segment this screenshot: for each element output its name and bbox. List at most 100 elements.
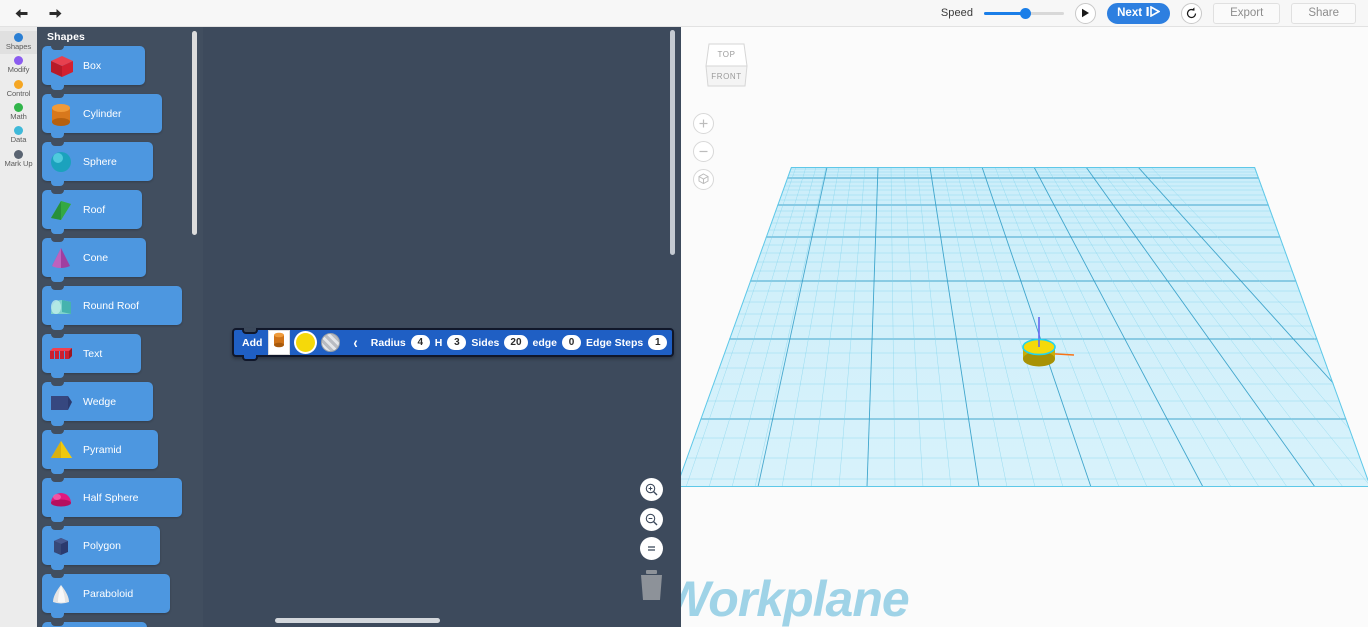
view-cube[interactable]: TOP FRONT bbox=[699, 36, 754, 93]
canvas-vertical-scrollbar[interactable] bbox=[670, 30, 675, 255]
param-value-h[interactable]: 3 bbox=[447, 335, 466, 350]
category-label: Shapes bbox=[6, 43, 31, 51]
undo-arrow-icon[interactable] bbox=[12, 4, 30, 22]
cone-icon bbox=[45, 241, 79, 275]
trash-icon[interactable] bbox=[637, 568, 666, 601]
param-value-edge[interactable]: 0 bbox=[562, 335, 581, 350]
palette-block-list: Box Cylinder Sphere Roo bbox=[37, 46, 203, 627]
palette-block-label: Wedge bbox=[79, 396, 128, 408]
palette-block-polygon[interactable]: Polygon bbox=[42, 526, 160, 565]
play-icon bbox=[1081, 8, 1090, 18]
zoom-fit-icon[interactable] bbox=[640, 537, 663, 560]
palette-block-roof[interactable]: Roof bbox=[42, 190, 142, 229]
category-label: Modify bbox=[8, 66, 30, 74]
history-controls bbox=[0, 4, 64, 22]
category-data[interactable]: Data bbox=[0, 124, 37, 147]
palette-title: Shapes bbox=[37, 27, 203, 46]
code-block-action-label: Add bbox=[234, 337, 268, 349]
code-block-hole-swatch[interactable] bbox=[321, 333, 340, 352]
pyramid-icon bbox=[45, 433, 79, 467]
category-rail: Shapes Modify Control Math Data Mark Up bbox=[0, 27, 37, 627]
category-label: Control bbox=[7, 90, 31, 98]
palette-block-paraboloid[interactable]: Paraboloid bbox=[42, 574, 170, 613]
palette-block-label: Polygon bbox=[79, 540, 133, 552]
category-math[interactable]: Math bbox=[0, 101, 37, 124]
viewport-zoom-in-button[interactable] bbox=[693, 113, 714, 134]
param-value-sides[interactable]: 20 bbox=[504, 335, 527, 350]
palette-block-label: Sphere bbox=[79, 156, 129, 168]
palette-block-text[interactable]: Text bbox=[42, 334, 141, 373]
palette-block-label: Roof bbox=[79, 204, 117, 216]
palette-block-label: Half Sphere bbox=[79, 492, 150, 504]
param-value-radius[interactable]: 4 bbox=[411, 335, 430, 350]
param-label-edge-steps: Edge Steps bbox=[586, 337, 643, 349]
param-value-edge-steps[interactable]: 1 bbox=[648, 335, 667, 350]
svg-text:TOP: TOP bbox=[717, 50, 735, 59]
cylinder-icon bbox=[272, 331, 286, 354]
viewport-zoom-out-button[interactable] bbox=[693, 141, 714, 162]
top-toolbar: Speed Next bbox=[0, 0, 1368, 27]
zoom-out-icon[interactable] bbox=[640, 508, 663, 531]
paraboloid-icon bbox=[45, 577, 79, 611]
speed-label: Speed bbox=[941, 7, 973, 19]
home-view-icon bbox=[697, 172, 710, 187]
palette-block-cylinder[interactable]: Cylinder bbox=[42, 94, 162, 133]
share-button[interactable]: Share bbox=[1291, 3, 1356, 24]
cylinder-object[interactable] bbox=[1006, 317, 1076, 377]
palette-block-pyramid[interactable]: Pyramid bbox=[42, 430, 158, 469]
palette-vertical-scrollbar[interactable] bbox=[192, 31, 197, 235]
palette-block-half-sphere[interactable]: Half Sphere bbox=[42, 478, 182, 517]
restart-icon bbox=[1185, 7, 1198, 20]
viewport-fit-view-button[interactable] bbox=[693, 169, 714, 190]
palette-block-round-roof[interactable]: Round Roof bbox=[42, 286, 182, 325]
code-canvas[interactable]: Add ‹ Radius 4 H 3 Sides 20 edge 0 Edge … bbox=[203, 27, 681, 627]
palette-block-label: Round Roof bbox=[79, 300, 151, 312]
category-modify[interactable]: Modify bbox=[0, 54, 37, 77]
speed-slider-knob[interactable] bbox=[1020, 8, 1031, 19]
palette-block-wedge[interactable]: Wedge bbox=[42, 382, 153, 421]
category-color-dot bbox=[14, 33, 23, 42]
restart-button[interactable] bbox=[1181, 3, 1202, 24]
speed-slider[interactable] bbox=[984, 6, 1064, 20]
category-control[interactable]: Control bbox=[0, 78, 37, 101]
codeblocks-app: Speed Next bbox=[0, 0, 1368, 627]
palette-block-label: Cone bbox=[79, 252, 120, 264]
redo-arrow-icon[interactable] bbox=[46, 4, 64, 22]
half-sphere-icon bbox=[45, 481, 79, 515]
polygon-icon bbox=[45, 529, 79, 563]
playback-controls: Speed Next bbox=[941, 3, 1368, 24]
play-button[interactable] bbox=[1075, 3, 1096, 24]
category-markup[interactable]: Mark Up bbox=[0, 148, 37, 171]
param-label-h: H bbox=[435, 337, 443, 349]
param-label-sides: Sides bbox=[471, 337, 499, 349]
round-roof-icon bbox=[45, 289, 79, 323]
code-block-shape-chip[interactable] bbox=[268, 330, 290, 355]
zoom-in-icon[interactable] bbox=[640, 478, 663, 501]
box-icon bbox=[45, 49, 79, 83]
category-color-dot bbox=[14, 103, 23, 112]
category-color-dot bbox=[14, 80, 23, 89]
category-color-dot bbox=[14, 126, 23, 135]
code-block-add-cylinder[interactable]: Add ‹ Radius 4 H 3 Sides 20 edge 0 Edge … bbox=[232, 328, 674, 357]
step-forward-icon bbox=[1146, 6, 1160, 20]
svg-text:FRONT: FRONT bbox=[711, 72, 742, 81]
code-block-solid-color-swatch[interactable] bbox=[296, 333, 315, 352]
palette-block-label: Box bbox=[79, 60, 113, 72]
category-label: Math bbox=[10, 113, 26, 121]
next-button[interactable]: Next bbox=[1107, 3, 1170, 24]
category-color-dot bbox=[14, 56, 23, 65]
chevron-left-icon[interactable]: ‹ bbox=[353, 333, 357, 352]
palette-block-box[interactable]: Box bbox=[42, 46, 145, 85]
canvas-horizontal-scrollbar[interactable] bbox=[275, 618, 440, 623]
palette-block-next-partial[interactable] bbox=[42, 622, 147, 627]
palette-block-cone[interactable]: Cone bbox=[42, 238, 146, 277]
category-label: Data bbox=[11, 136, 27, 144]
roof-icon bbox=[45, 193, 79, 227]
category-label: Mark Up bbox=[5, 160, 33, 168]
export-button[interactable]: Export bbox=[1213, 3, 1280, 24]
palette-block-sphere[interactable]: Sphere bbox=[42, 142, 153, 181]
3d-viewport[interactable]: Workplane TOP FRONT bbox=[681, 27, 1368, 627]
category-shapes[interactable]: Shapes bbox=[0, 31, 37, 54]
text-icon bbox=[45, 337, 79, 371]
cylinder-icon bbox=[45, 97, 79, 131]
